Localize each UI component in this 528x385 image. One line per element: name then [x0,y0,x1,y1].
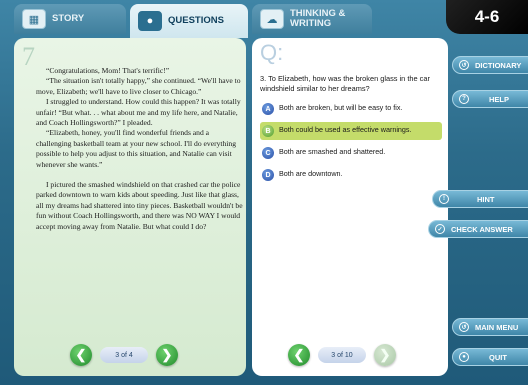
question-text: 3. To Elizabeth, how was the broken glas… [260,74,430,93]
answer-option-b[interactable]: B Both could be used as effective warnin… [260,122,442,140]
story-paragraph: I pictured the smashed windshield on tha… [36,180,243,231]
answer-list: A Both are broken, but will be easy to f… [260,100,442,188]
answer-text: Both could be used as effective warnings… [279,125,412,134]
help-label: HELP [489,94,510,104]
dictionary-label: DICTIONARY [475,60,522,70]
previous-page-button[interactable]: ❮ [70,344,92,366]
question-panel: Q: 3. To Elizabeth, how was the broken g… [252,38,448,376]
story-paragraph: “Elizabeth, honey, you'll find wonderful… [36,128,237,169]
story-paragraph: “Congratulations, Mom! That's terrific!” [46,66,170,75]
back-arrow-icon: ↺ [459,322,469,332]
story-pager: ❮ 3 of 4 ❯ [70,344,178,366]
story-page-indicator: 3 of 4 [100,347,148,363]
answer-option-d[interactable]: D Both are downtown. [260,166,442,184]
answer-text: Both are downtown. [279,169,343,178]
hint-label: HINT [477,194,495,204]
answer-letter-a: A [262,103,274,115]
answer-letter-c: C [262,147,274,159]
question-pager: ❮ 3 of 10 ❯ [288,344,396,366]
dictionary-button[interactable]: ↺ DICTIONARY [452,56,528,74]
checkmark-icon: ✓ [435,224,445,234]
main-menu-label: MAIN MENU [475,322,519,332]
help-button[interactable]: ? HELP [452,90,528,108]
tab-story[interactable]: ▦ STORY [14,4,126,34]
story-page-number: 7 [22,42,35,71]
main-menu-button[interactable]: ↺ MAIN MENU [452,318,528,336]
quit-button[interactable]: ● QUIT [452,348,528,366]
app-frame: ▦ STORY ● QUESTIONS ☁ THINKING & WRITING… [0,0,528,385]
answer-option-a[interactable]: A Both are broken, but will be easy to f… [260,100,442,118]
story-paragraph: “The situation isn't totally happy,” she… [36,76,241,96]
book-icon: ▦ [22,9,46,29]
next-question-button[interactable]: ❯ [374,344,396,366]
info-icon: ! [439,194,449,204]
quit-label: QUIT [489,352,507,362]
answer-letter-b: B [262,125,274,137]
answer-letter-d: D [262,169,274,181]
tab-thinking-label: THINKING & WRITING [290,8,346,29]
dictionary-icon: ↺ [459,60,469,70]
check-answer-button[interactable]: ✓ CHECK ANSWER [428,220,528,238]
tab-thinking-writing[interactable]: ☁ THINKING & WRITING [252,4,372,34]
story-paragraph: I struggled to understand. How could thi… [36,97,241,128]
next-page-button[interactable]: ❯ [156,344,178,366]
story-text: “Congratulations, Mom! That's terrific!”… [36,66,244,232]
tab-questions-label: QUESTIONS [168,15,224,26]
tab-story-label: STORY [52,13,85,24]
thought-bubble-icon: ☁ [260,9,284,29]
people-icon: ● [138,11,162,31]
previous-question-button[interactable]: ❮ [288,344,310,366]
question-mark-icon: ? [459,94,469,104]
question-label: Q: [260,40,284,65]
lesson-number-badge: 4-6 [446,0,528,34]
power-icon: ● [459,352,469,362]
question-page-indicator: 3 of 10 [318,347,366,363]
story-panel: 7 “Congratulations, Mom! That's terrific… [14,38,246,376]
tab-questions[interactable]: ● QUESTIONS [130,4,248,38]
answer-text: Both are smashed and shattered. [279,147,386,156]
answer-option-c[interactable]: C Both are smashed and shattered. [260,144,442,162]
hint-button[interactable]: ! HINT [432,190,528,208]
check-answer-label: CHECK ANSWER [451,224,513,234]
answer-text: Both are broken, but will be easy to fix… [279,103,403,112]
